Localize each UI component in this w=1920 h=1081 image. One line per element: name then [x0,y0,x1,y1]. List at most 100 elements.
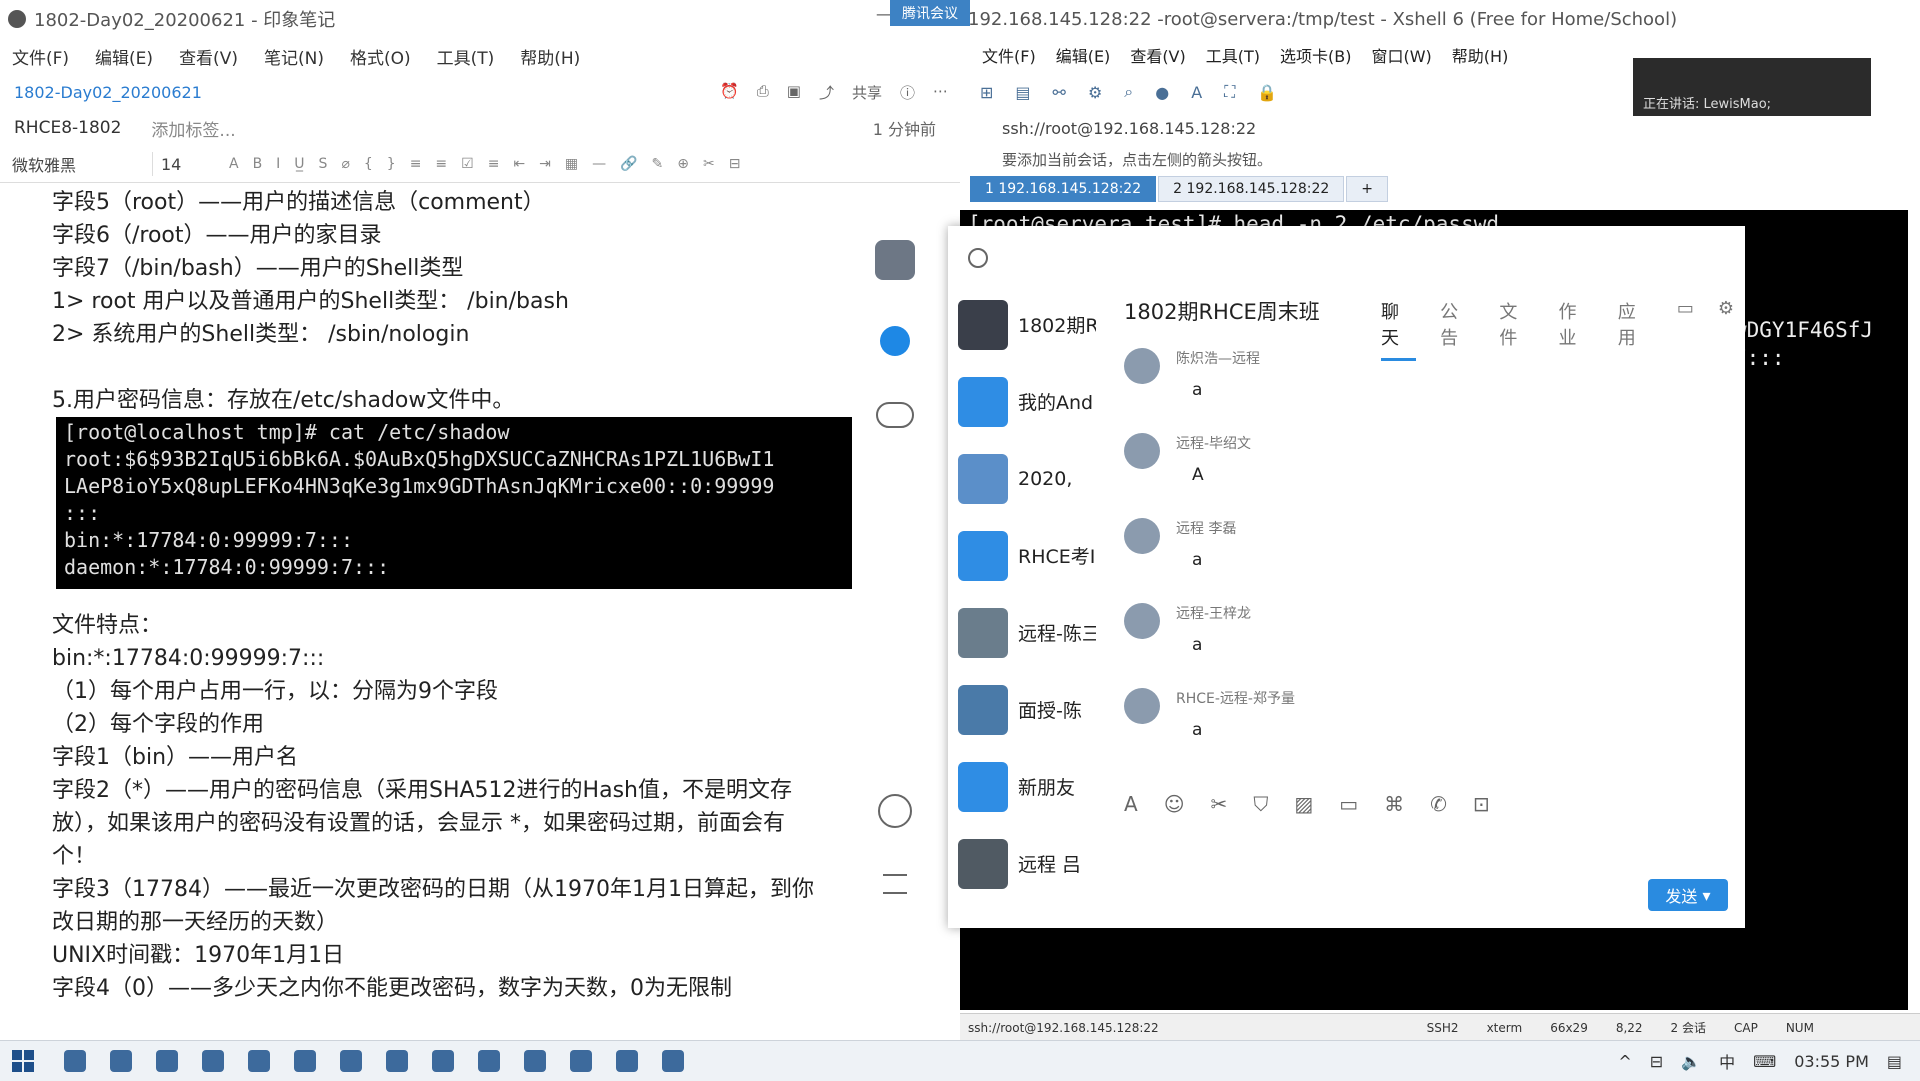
share-icon[interactable]: ⤴ [819,82,834,103]
xs-menu-help[interactable]: 帮助(H) [1452,43,1509,67]
menu-file[interactable]: 文件(F) [12,44,69,69]
meeting-badge[interactable]: 腾讯会议 [890,0,970,26]
note-title[interactable]: 1802-Day02_20200621 [14,83,202,102]
xs-menu-tools[interactable]: 工具(T) [1206,43,1260,67]
avatar[interactable] [1124,603,1160,639]
notification-icon[interactable]: ▤ [1887,1052,1902,1071]
shield-icon[interactable]: ⛉ [1253,792,1268,816]
edge-icon[interactable] [248,1050,270,1072]
contact-item[interactable]: 1802期R [948,286,1118,363]
app-icon[interactable] [478,1050,500,1072]
message-sender[interactable]: 陈炽浩—远程 [1176,348,1260,368]
clock[interactable]: 03:55 PM [1794,1052,1869,1071]
contact-item[interactable]: 我的And [948,363,1118,440]
font-icon[interactable]: A [1124,792,1138,816]
app-icon[interactable] [340,1050,362,1072]
tray-chevron-icon[interactable]: ^ [1618,1052,1631,1071]
folder-icon[interactable]: ▭ [1339,792,1358,816]
cloud-icon[interactable] [876,402,914,428]
contact-item[interactable]: RHCE考I [948,517,1118,594]
explorer-icon[interactable] [110,1050,132,1072]
xs-menu-view[interactable]: 查看(V) [1130,43,1185,67]
add-tag-input[interactable]: 添加标签... [151,116,235,141]
avatar[interactable] [1124,433,1160,469]
chat-icon[interactable] [880,326,910,356]
menu-note[interactable]: 笔记(N) [264,44,324,69]
app-icon[interactable] [570,1050,592,1072]
app-icon[interactable] [524,1050,546,1072]
send-button[interactable]: 发送 ▾ [1648,879,1728,911]
avatar[interactable] [1124,518,1160,554]
settings-gear-icon[interactable]: ⚙ [1718,298,1734,361]
info-icon[interactable]: ⓘ [900,82,915,103]
font-size-select[interactable]: 14 [153,155,213,174]
phone-icon[interactable]: ✆ [1430,792,1447,816]
font-icon[interactable]: A [1191,83,1202,102]
contact-item[interactable]: 远程-陈三 [948,594,1118,671]
connect-icon[interactable]: ⚯ [1053,83,1066,102]
app-icon[interactable] [386,1050,408,1072]
app-icon[interactable] [616,1050,638,1072]
message-sender[interactable]: 远程-毕绍文 [1176,433,1251,453]
app-icon[interactable] [432,1050,454,1072]
lock-icon[interactable]: 🔒 [1257,83,1277,102]
globe-icon[interactable]: ● [1155,83,1169,102]
menu-format[interactable]: 格式(O) [350,44,411,69]
task-view-icon[interactable] [64,1050,86,1072]
find-icon[interactable]: ⌕ [1124,82,1133,102]
menu-edit[interactable]: 编辑(E) [95,44,153,69]
font-family-select[interactable]: 微软雅黑 [12,152,153,176]
app-icon[interactable] [294,1050,316,1072]
app-icon[interactable] [662,1050,684,1072]
scissors-icon[interactable]: ✂ [1211,792,1228,816]
contact-item[interactable]: 面授-陈 [948,671,1118,748]
avatar[interactable] [1124,688,1160,724]
menu-view[interactable]: 查看(V) [179,44,238,69]
ime-indicator[interactable]: 中 [1719,1049,1735,1073]
search-icon[interactable] [968,248,988,268]
menu-help[interactable]: 帮助(H) [520,44,580,69]
volume-icon[interactable]: 🔈 [1681,1052,1701,1071]
contact-item[interactable]: 新朋友 [948,748,1118,825]
xs-menu-window[interactable]: 窗口(W) [1371,43,1431,67]
gift-icon[interactable]: ⌘ [1384,792,1404,816]
xshell-address-bar[interactable]: ssh://root@192.168.145.128:22 [960,112,1920,144]
keyboard-icon[interactable]: ⌨ [1753,1052,1776,1071]
more-icon[interactable]: ⋯ [933,82,948,103]
screenshot-icon[interactable]: ⊡ [1473,792,1490,816]
session-tab-1[interactable]: 1 192.168.145.128:22 [970,176,1157,202]
open-folder-icon[interactable]: ▤ [1015,83,1030,102]
xs-menu-tabs[interactable]: 选项卡(B) [1280,43,1351,67]
format-buttons[interactable]: ABIU̲S⌀{}≡≡☑≡⇤⇥▦—🔗✎⊕✂⊟ [229,156,754,172]
note-content[interactable]: 字段5（root）——用户的描述信息（comment） 字段6（/root）——用… [52,186,872,1005]
contacts-icon[interactable] [878,794,912,828]
network-icon[interactable]: ⊟ [1650,1052,1663,1071]
contact-item[interactable]: 远程 吕 [948,825,1118,902]
share-button[interactable]: 共享 [852,82,882,103]
session-tab-2[interactable]: 2 192.168.145.128:22 [1158,176,1345,202]
menu-tools[interactable]: 工具(T) [437,44,495,69]
app-thumbnail-icon[interactable] [875,240,915,280]
present-icon[interactable]: ▣ [787,82,801,103]
fullscreen-icon[interactable]: ⛶ [1224,82,1235,102]
meeting-speaker-overlay[interactable]: 正在讲话: LewisMao; [1633,58,1871,116]
xs-menu-edit[interactable]: 编辑(E) [1056,43,1111,67]
app-icon[interactable] [202,1050,224,1072]
message-sender[interactable]: 远程 李磊 [1176,518,1236,538]
avatar[interactable] [1124,348,1160,384]
windows-start-icon[interactable] [12,1050,34,1072]
image-icon[interactable]: ▨ [1294,792,1313,816]
print-icon[interactable]: ⎙ [757,82,769,103]
message-sender[interactable]: 远程-王梓龙 [1176,603,1251,623]
xs-menu-file[interactable]: 文件(F) [982,43,1036,67]
reminder-icon[interactable]: ⏰ [720,82,739,103]
new-session-icon[interactable]: ⊞ [980,83,993,102]
app-icon[interactable] [156,1050,178,1072]
notebook-selector[interactable]: RHCE8-1802 [14,118,121,138]
contact-item[interactable]: 2020, [948,440,1118,517]
menu-lines-icon[interactable] [883,874,907,894]
add-tab-button[interactable]: + [1346,176,1389,202]
message-sender[interactable]: RHCE-远程-郑予量 [1176,688,1295,708]
properties-icon[interactable]: ⚙ [1088,83,1102,102]
emoji-icon[interactable]: ☺ [1164,792,1185,816]
